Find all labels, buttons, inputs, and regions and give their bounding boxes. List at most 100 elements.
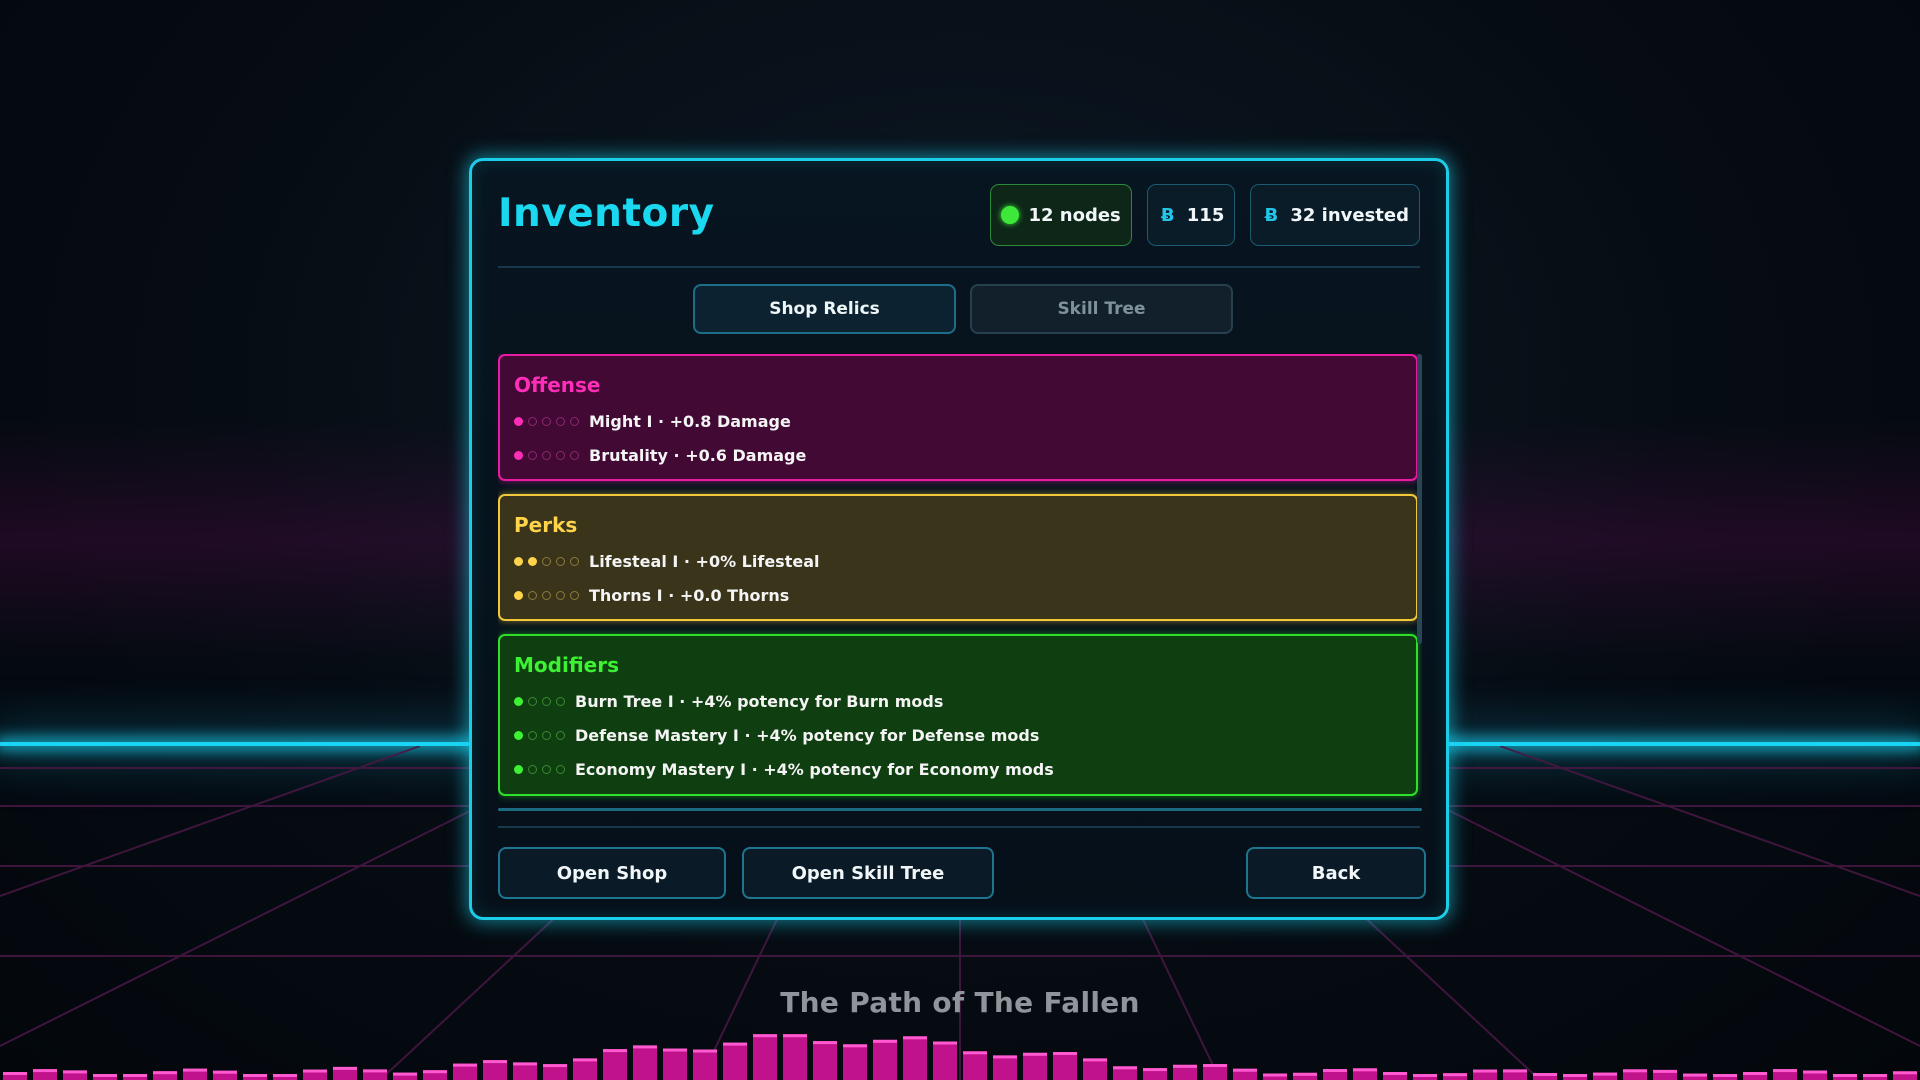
- visualizer-bar-cap: [1713, 1074, 1737, 1077]
- visualizer-bar-cap: [1023, 1052, 1047, 1056]
- pip-filled: [514, 557, 523, 566]
- pip-empty: [556, 557, 565, 566]
- level-pips: [514, 451, 579, 460]
- pip-empty: [528, 591, 537, 600]
- visualizer-bar-cap: [1173, 1064, 1197, 1068]
- pip-empty: [542, 417, 551, 426]
- item-label: Lifesteal I · +0% Lifesteal: [589, 552, 820, 571]
- visualizer-bar-cap: [1503, 1069, 1527, 1073]
- level-pips: [514, 731, 565, 740]
- bit-coin-icon: Ƀ: [1160, 204, 1175, 226]
- back-button[interactable]: Back: [1246, 847, 1426, 899]
- item-label: Economy Mastery I · +4% potency for Econ…: [575, 760, 1054, 779]
- visualizer-bar-cap: [3, 1072, 27, 1075]
- visualizer-bar-cap: [483, 1060, 507, 1064]
- level-pips: [514, 697, 565, 706]
- pip-empty: [556, 697, 565, 706]
- visualizer-bar-cap: [393, 1072, 417, 1076]
- visualizer-bar: [663, 1048, 687, 1080]
- visualizer-bar: [933, 1041, 957, 1080]
- visualizer-bar-cap: [1563, 1074, 1587, 1077]
- tab-shop-relics[interactable]: Shop Relics: [693, 284, 956, 334]
- pip-empty: [570, 417, 579, 426]
- visualizer-bar-cap: [1323, 1069, 1347, 1072]
- coins-count: 115: [1186, 204, 1225, 226]
- coins-badge: Ƀ 115: [1146, 184, 1236, 246]
- open-shop-button[interactable]: Open Shop: [498, 847, 726, 899]
- visualizer-bar-cap: [93, 1074, 117, 1077]
- visualizer-bar-cap: [633, 1045, 657, 1049]
- visualizer-bar-cap: [1893, 1071, 1917, 1075]
- visualizer-bar-cap: [1383, 1072, 1407, 1075]
- visualizer-bar-cap: [1593, 1072, 1617, 1076]
- pip-empty: [542, 591, 551, 600]
- visualizer-bar: [693, 1049, 717, 1080]
- pip-empty: [570, 557, 579, 566]
- header-divider: [498, 266, 1420, 268]
- pip-empty: [528, 451, 537, 460]
- visualizer-bar-cap: [1233, 1068, 1257, 1072]
- visualizer-bar-cap: [573, 1058, 597, 1062]
- item-label: Brutality · +0.6 Damage: [589, 446, 807, 465]
- list-item: Might I · +0.8 Damage: [514, 412, 791, 431]
- open-skill-tree-button[interactable]: Open Skill Tree: [742, 847, 994, 899]
- pip-filled: [514, 765, 523, 774]
- visualizer-bar-cap: [303, 1069, 327, 1073]
- pip-empty: [556, 731, 565, 740]
- list-scrollbar[interactable]: [1417, 354, 1422, 644]
- visualizer-bar-cap: [363, 1069, 387, 1073]
- visualizer-bar-cap: [33, 1069, 57, 1073]
- inventory-panel: Inventory 12 nodes Ƀ 115 Ƀ 32 invested S…: [469, 158, 1449, 920]
- category-title: Modifiers: [514, 653, 619, 677]
- stats-bar: 12 nodes Ƀ 115 Ƀ 32 invested: [990, 184, 1420, 246]
- visualizer-bar-cap: [1473, 1069, 1497, 1073]
- list-item: Brutality · +0.6 Damage: [514, 446, 806, 465]
- visualizer-bar: [573, 1058, 597, 1080]
- visualizer-bar: [963, 1051, 987, 1080]
- visualizer-bar-cap: [543, 1064, 567, 1068]
- visualizer-bar-cap: [1263, 1073, 1287, 1077]
- green-dot-icon: [1001, 206, 1020, 224]
- level-pips: [514, 591, 579, 600]
- visualizer-bar-cap: [1203, 1064, 1227, 1067]
- visualizer-bar-cap: [1773, 1069, 1797, 1073]
- item-label: Might I · +0.8 Damage: [589, 412, 791, 431]
- visualizer-bar-cap: [1863, 1074, 1887, 1077]
- visualizer-bar: [603, 1049, 627, 1080]
- visualizer-bar-cap: [1353, 1068, 1377, 1072]
- visualizer-bar-cap: [453, 1063, 477, 1067]
- level-pips: [514, 417, 579, 426]
- visualizer-bar-cap: [933, 1041, 957, 1045]
- bit-coin-icon: Ƀ: [1264, 204, 1279, 226]
- visualizer-bar-cap: [1413, 1074, 1437, 1077]
- list-item: Thorns I · +0.0 Thorns: [514, 586, 789, 605]
- pip-empty: [556, 591, 565, 600]
- list-item: Economy Mastery I · +4% potency for Econ…: [514, 760, 1054, 779]
- visualizer-bar-cap: [663, 1048, 687, 1052]
- visualizer-bar-cap: [1683, 1073, 1707, 1077]
- pip-empty: [528, 417, 537, 426]
- visualizer-bar-cap: [243, 1074, 267, 1077]
- visualizer-bar: [633, 1045, 657, 1080]
- visualizer-bar: [723, 1042, 747, 1080]
- visualizer-bar-cap: [993, 1055, 1017, 1059]
- pip-empty: [570, 451, 579, 460]
- visualizer-bar: [903, 1036, 927, 1080]
- item-label: Burn Tree I · +4% potency for Burn mods: [575, 692, 944, 711]
- audio-visualizer: [3, 1034, 1917, 1080]
- pip-empty: [556, 765, 565, 774]
- inventory-list[interactable]: Offense Might I · +0.8 Damage Brutality …: [498, 354, 1422, 809]
- pip-filled: [514, 731, 523, 740]
- visualizer-bar-cap: [1143, 1068, 1167, 1072]
- visualizer-bar: [993, 1055, 1017, 1080]
- visualizer-bar-cap: [1293, 1072, 1317, 1076]
- visualizer-bar-cap: [963, 1051, 987, 1055]
- tab-bar: Shop Relics Skill Tree: [693, 284, 1233, 334]
- visualizer-bar-cap: [333, 1066, 357, 1070]
- tab-skill-tree[interactable]: Skill Tree: [970, 284, 1233, 334]
- visualizer-bar: [783, 1034, 807, 1080]
- pip-filled: [514, 451, 523, 460]
- category-title: Offense: [514, 373, 601, 397]
- visualizer-bar: [843, 1044, 867, 1080]
- pip-empty: [556, 451, 565, 460]
